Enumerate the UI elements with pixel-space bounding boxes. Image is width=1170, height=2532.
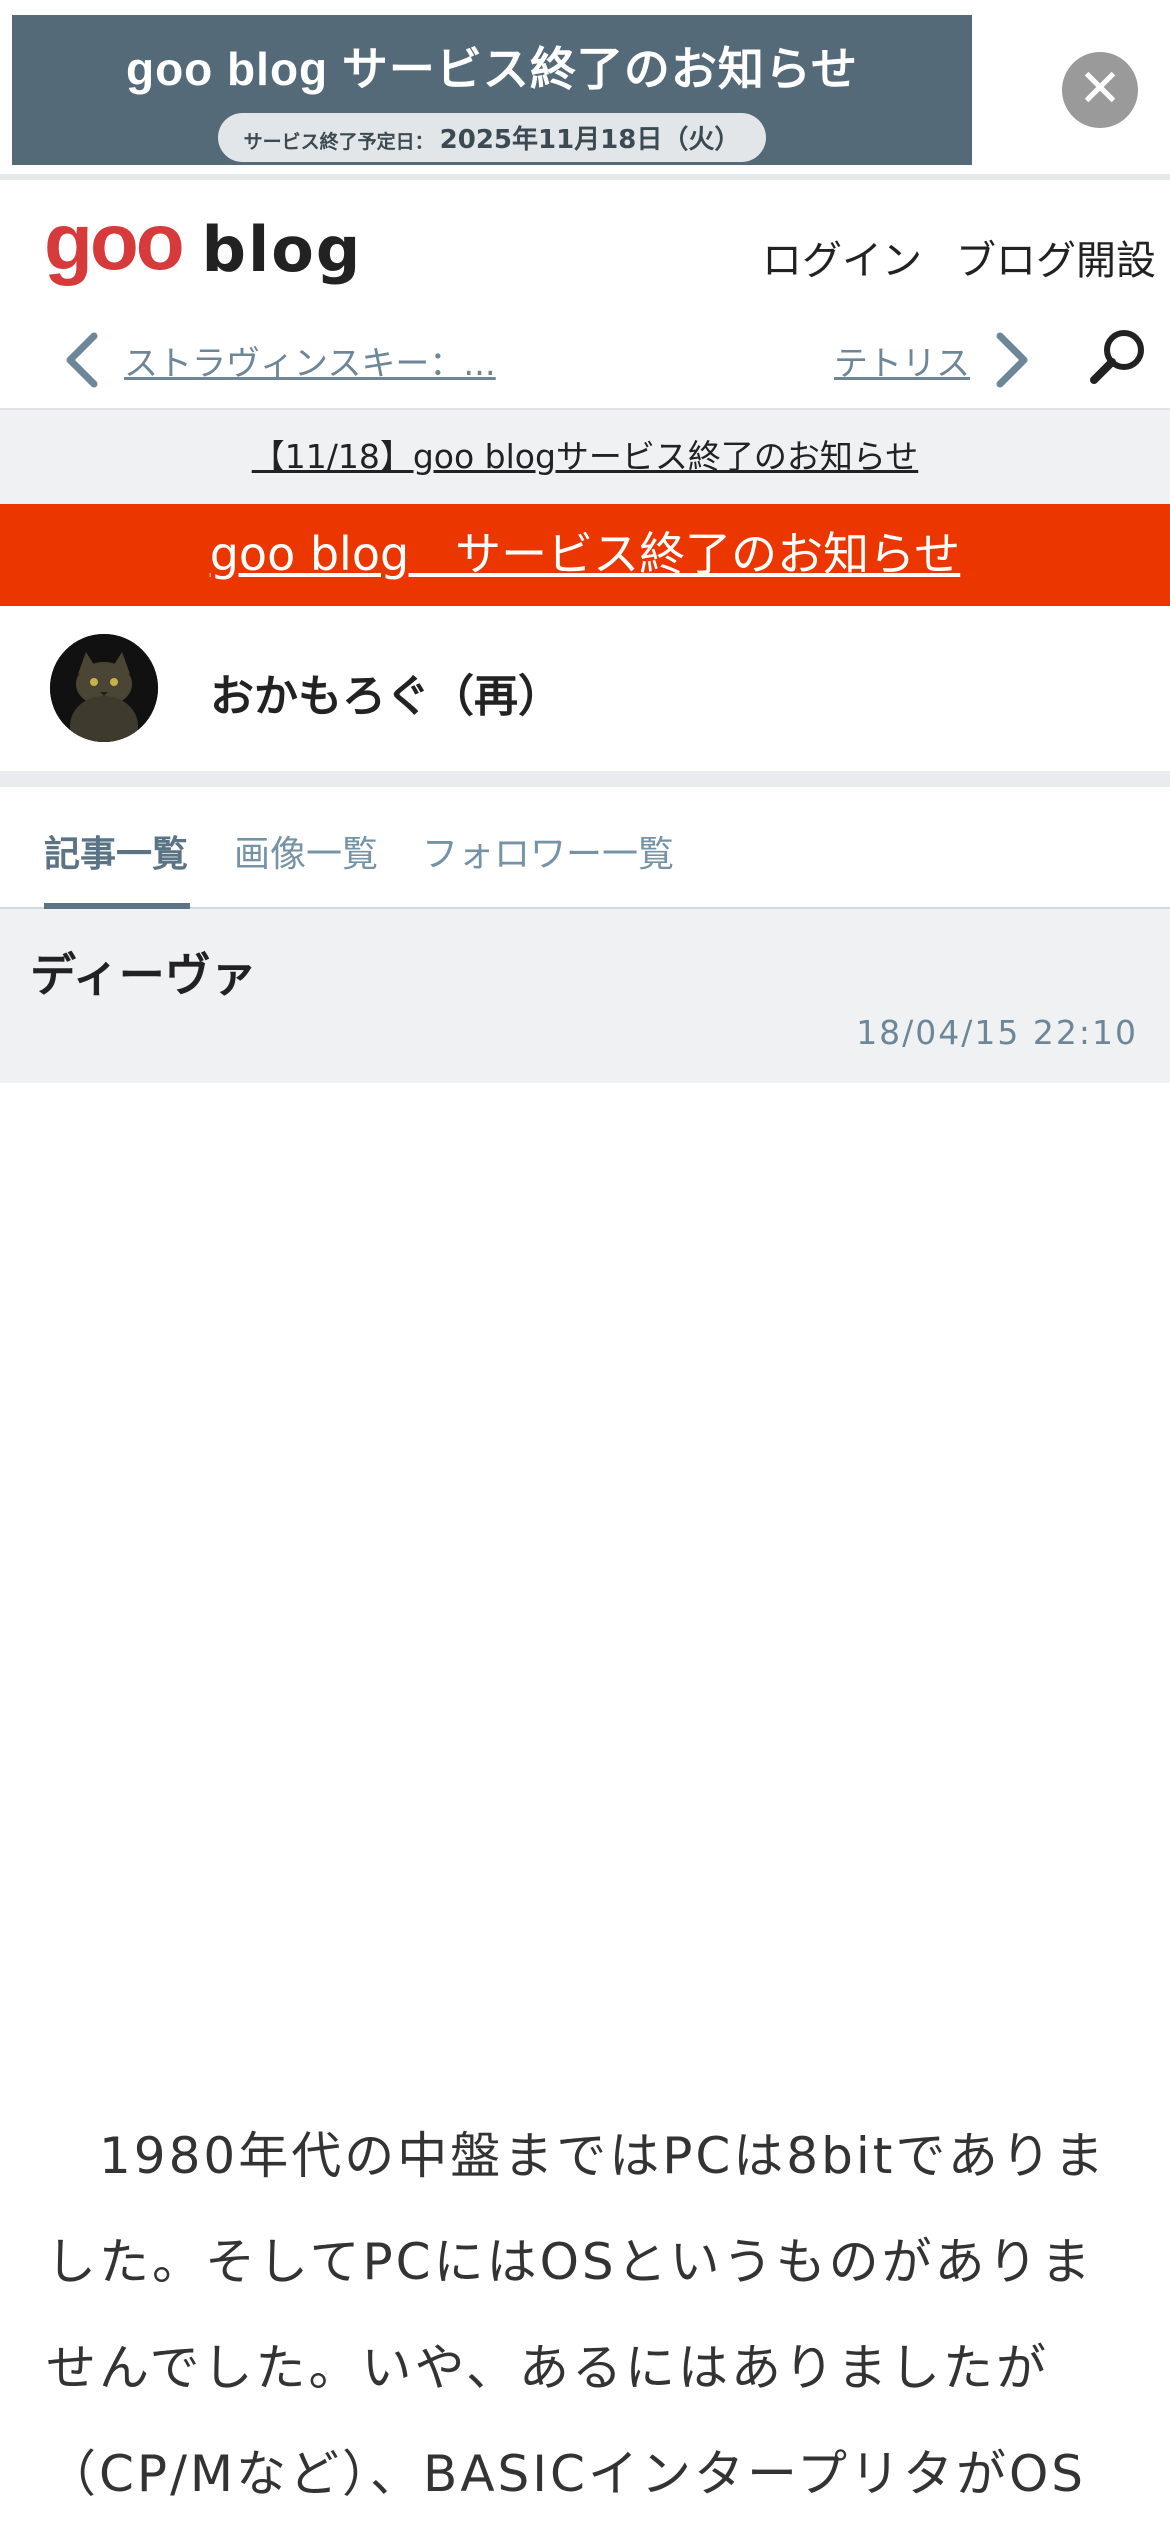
cat-avatar-icon xyxy=(50,634,158,742)
next-article-label: テトリス xyxy=(834,343,970,384)
site-header: goo blog ログイン ブログ開設 xyxy=(0,180,1170,310)
tab-articles[interactable]: 記事一覧 xyxy=(44,825,188,877)
logo-blog-text: blog xyxy=(201,212,363,286)
article-blank-area xyxy=(0,1083,1170,2103)
tab-followers[interactable]: フォロワー一覧 xyxy=(422,825,674,877)
service-end-red-bar: goo blog サービス終了のお知らせ xyxy=(0,504,1170,606)
header-links: ログイン ブログ開設 xyxy=(762,228,1156,286)
tab-images[interactable]: 画像一覧 xyxy=(234,825,378,877)
next-article-link[interactable]: テトリス xyxy=(834,330,1034,390)
article-body: 1980年代の中盤まではPCは8bitでありました。そしてPCにはOSというもの… xyxy=(46,2127,1107,2503)
ad-title: goo blog サービス終了のお知らせ xyxy=(125,43,858,95)
chevron-right-icon xyxy=(996,332,1028,388)
article-title: ディーヴァ xyxy=(30,948,257,1002)
close-icon[interactable]: ✕ xyxy=(1062,52,1138,128)
ad-row: goo blog サービス終了のお知らせ サービス終了予定日： 2025年11月1… xyxy=(0,0,1170,180)
open-blog-link[interactable]: ブログ開設 xyxy=(956,228,1156,286)
prev-article-label: ストラヴィンスキー：... xyxy=(124,343,496,384)
login-link[interactable]: ログイン xyxy=(762,228,922,286)
blog-tabs: 記事一覧 画像一覧 フォロワー一覧 xyxy=(0,787,1170,909)
service-end-ad-banner[interactable]: goo blog サービス終了のお知らせ サービス終了予定日： 2025年11月1… xyxy=(12,15,972,165)
avatar[interactable] xyxy=(50,634,158,742)
logo-goo-text: goo xyxy=(44,197,185,286)
blog-profile: おかもろぐ（再） xyxy=(0,606,1170,771)
search-icon[interactable] xyxy=(1088,326,1148,386)
service-end-link[interactable]: goo blog サービス終了のお知らせ xyxy=(210,527,961,581)
prev-article-link[interactable]: ストラヴィンスキー：... xyxy=(60,330,496,390)
goo-blog-logo[interactable]: goo blog xyxy=(44,197,363,294)
ad-date-pill: サービス終了予定日： 2025年11月18日（火） xyxy=(218,113,766,162)
chevron-left-icon xyxy=(66,332,98,388)
article-header: ディーヴァ 18/04/15 22:10 xyxy=(0,909,1170,1083)
notice-link[interactable]: 【11/18】goo blogサービス終了のお知らせ xyxy=(252,437,919,476)
blog-name[interactable]: おかもろぐ（再） xyxy=(210,660,562,724)
ad-pill-label: サービス終了予定日： xyxy=(243,131,434,153)
notice-strip: 【11/18】goo blogサービス終了のお知らせ xyxy=(0,410,1170,504)
article-nav: ストラヴィンスキー：... テトリス xyxy=(0,310,1170,410)
article-date: 18/04/15 22:10 xyxy=(856,1013,1138,1052)
ad-pill-date: 2025年11月18日（火） xyxy=(439,125,741,155)
section-divider xyxy=(0,771,1170,787)
